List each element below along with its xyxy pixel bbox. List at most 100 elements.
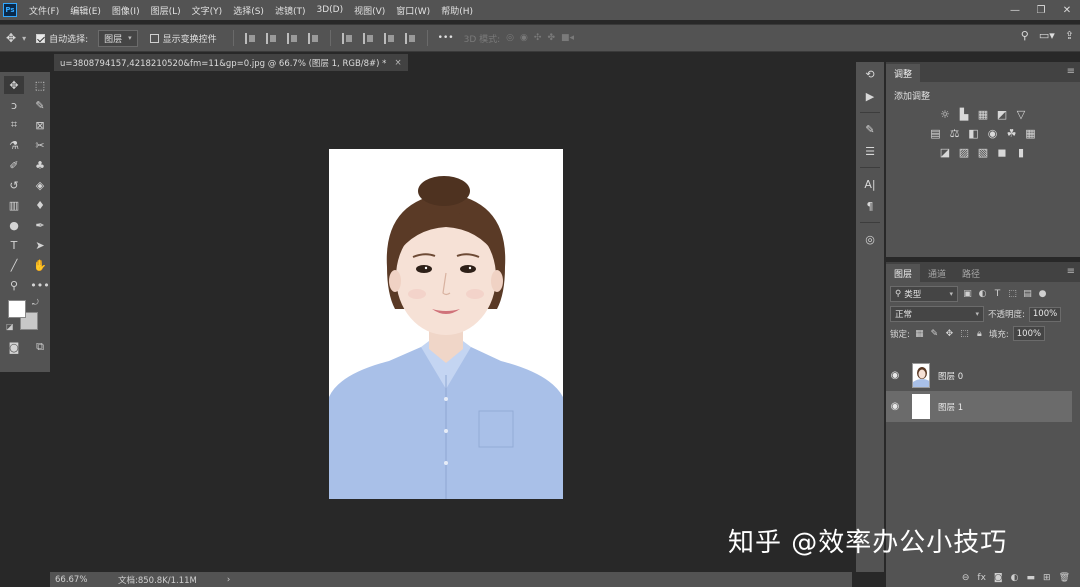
quick-select-tool-icon[interactable]: ✎: [30, 96, 50, 114]
layer-name[interactable]: 图层 0: [938, 370, 963, 382]
character-icon[interactable]: A|: [856, 174, 884, 194]
photo-filter-icon[interactable]: ◉: [986, 127, 999, 140]
layer-mask-icon[interactable]: ◙: [994, 573, 1003, 583]
align-bottom-icon[interactable]: [383, 32, 395, 44]
history-brush-tool-icon[interactable]: ↺: [4, 176, 24, 194]
pen-tool-icon[interactable]: ✒: [30, 216, 50, 234]
gradient-map-icon[interactable]: ▮: [1015, 146, 1028, 159]
properties-sliders-icon[interactable]: ☰: [856, 141, 884, 161]
threshold-icon[interactable]: ▧: [977, 146, 990, 159]
tab-adjustments[interactable]: 调整: [886, 64, 921, 82]
layer-row-1[interactable]: ◉ 图层 1: [886, 391, 1072, 422]
learn-icon[interactable]: ◎: [856, 229, 884, 249]
visibility-eye-icon[interactable]: ◉: [886, 370, 904, 381]
stamp-tool-icon[interactable]: ♣: [30, 156, 50, 174]
menu-file[interactable]: 文件(F): [29, 4, 59, 17]
brush-settings-icon[interactable]: ✎: [856, 119, 884, 139]
spot-heal-tool-icon[interactable]: ✂: [30, 136, 50, 154]
color-balance-icon[interactable]: ⚖: [948, 127, 961, 140]
document-tab[interactable]: u=3808794157,4218210520&fm=11&gp=0.jpg @…: [54, 54, 408, 71]
blend-mode-dropdown[interactable]: 正常 ▾: [890, 306, 984, 322]
dodge-tool-icon[interactable]: ●: [4, 216, 24, 234]
panel-menu-icon[interactable]: ≡: [1067, 66, 1075, 77]
marquee-tool-icon[interactable]: ⬚: [30, 76, 50, 94]
more-options-button[interactable]: •••: [438, 33, 454, 43]
filter-toggle-icon[interactable]: ●: [1037, 289, 1048, 299]
tool-preset-chevron-icon[interactable]: ▾: [22, 34, 26, 43]
hue-saturation-icon[interactable]: ▤: [929, 127, 942, 140]
filter-pixel-icon[interactable]: ▣: [962, 289, 973, 299]
layer-name[interactable]: 图层 1: [938, 401, 963, 413]
lock-all-icon[interactable]: 🔒︎: [974, 329, 985, 339]
show-transform-checkbox[interactable]: [149, 33, 159, 43]
distribute-icon[interactable]: [307, 32, 319, 44]
vibrance-icon[interactable]: ▽: [1015, 108, 1028, 121]
filter-adjustment-icon[interactable]: ◐: [977, 289, 988, 299]
close-button[interactable]: ✕: [1054, 0, 1080, 20]
menu-select[interactable]: 选择(S): [233, 4, 264, 17]
align-left-icon[interactable]: [244, 32, 256, 44]
color-lookup-icon[interactable]: ▦: [1024, 127, 1037, 140]
new-adjustment-icon[interactable]: ◐: [1011, 573, 1019, 583]
move-tool-icon[interactable]: ✥: [6, 31, 16, 45]
filter-smart-object-icon[interactable]: ▤: [1022, 289, 1033, 299]
tab-layers[interactable]: 图层: [886, 264, 921, 282]
paragraph-icon[interactable]: ¶: [856, 196, 884, 216]
filter-shape-icon[interactable]: ⬚: [1007, 289, 1018, 299]
frame-tool-icon[interactable]: ⊠: [30, 116, 50, 134]
layer-filter-dropdown[interactable]: ⚲ 类型 ▾: [890, 286, 958, 302]
restore-button[interactable]: ❐: [1028, 0, 1054, 20]
share-icon[interactable]: ⇪: [1065, 29, 1074, 42]
workspace-icon[interactable]: ▭▾: [1039, 29, 1055, 42]
posterize-icon[interactable]: ▨: [958, 146, 971, 159]
new-group-icon[interactable]: ▬: [1027, 573, 1036, 583]
exposure-icon[interactable]: ◩: [996, 108, 1009, 121]
layer-row-0[interactable]: ◉ 图层 0: [886, 360, 1072, 391]
status-menu-arrow[interactable]: ›: [227, 575, 230, 585]
screen-mode-icon[interactable]: ⧉: [30, 338, 50, 356]
new-layer-icon[interactable]: ⊞: [1043, 573, 1051, 583]
type-tool-icon[interactable]: T: [4, 236, 24, 254]
canvas-area[interactable]: [54, 72, 852, 572]
quick-mask-icon[interactable]: ◙: [4, 338, 24, 356]
menu-3d[interactable]: 3D(D): [316, 5, 343, 15]
lock-transparent-icon[interactable]: ▦: [914, 329, 925, 339]
foreground-color-swatch[interactable]: [8, 300, 26, 318]
tab-channels[interactable]: 通道: [920, 264, 954, 282]
gradient-tool-icon[interactable]: ▥: [4, 196, 24, 214]
delete-layer-icon[interactable]: 🗑︎: [1059, 573, 1070, 583]
curves-icon[interactable]: ▦: [977, 108, 990, 121]
lock-position-icon[interactable]: ✥: [944, 329, 955, 339]
search-icon[interactable]: ⚲: [1021, 29, 1029, 42]
align-top-icon[interactable]: [341, 32, 353, 44]
lasso-tool-icon[interactable]: ↄ: [4, 96, 24, 114]
eraser-tool-icon[interactable]: ◈: [30, 176, 50, 194]
fill-input[interactable]: 100%: [1012, 326, 1046, 341]
actions-play-icon[interactable]: ▶: [856, 86, 884, 106]
filter-type-icon[interactable]: T: [992, 289, 1003, 299]
distribute-v-icon[interactable]: [404, 32, 416, 44]
black-white-icon[interactable]: ◧: [967, 127, 980, 140]
menu-help[interactable]: 帮助(H): [441, 4, 473, 17]
zoom-tool-icon[interactable]: ⚲: [4, 276, 24, 294]
path-select-tool-icon[interactable]: ➤: [30, 236, 50, 254]
brush-tool-icon[interactable]: ✐: [4, 156, 24, 174]
selective-color-icon[interactable]: ◼: [996, 146, 1009, 159]
auto-select-checkbox[interactable]: [36, 33, 46, 43]
tab-paths[interactable]: 路径: [954, 264, 988, 282]
close-document-icon[interactable]: ×: [394, 58, 401, 68]
menu-type[interactable]: 文字(Y): [192, 4, 223, 17]
lock-artboard-icon[interactable]: ⬚: [959, 329, 970, 339]
align-right-icon[interactable]: [286, 32, 298, 44]
eyedropper-tool-icon[interactable]: ⚗: [4, 136, 24, 154]
line-tool-icon[interactable]: ╱: [4, 256, 24, 274]
panel-menu-icon[interactable]: ≡: [1067, 266, 1075, 277]
layer-style-icon[interactable]: fx: [977, 573, 986, 583]
swap-colors-icon[interactable]: ⤾: [32, 298, 39, 308]
brightness-icon[interactable]: ☼: [939, 108, 952, 121]
more-tools-icon[interactable]: •••: [30, 276, 50, 294]
history-icon[interactable]: ⟲: [856, 64, 884, 84]
minimize-button[interactable]: —: [1002, 0, 1028, 20]
levels-icon[interactable]: ▙: [958, 108, 971, 121]
menu-image[interactable]: 图像(I): [112, 4, 140, 17]
